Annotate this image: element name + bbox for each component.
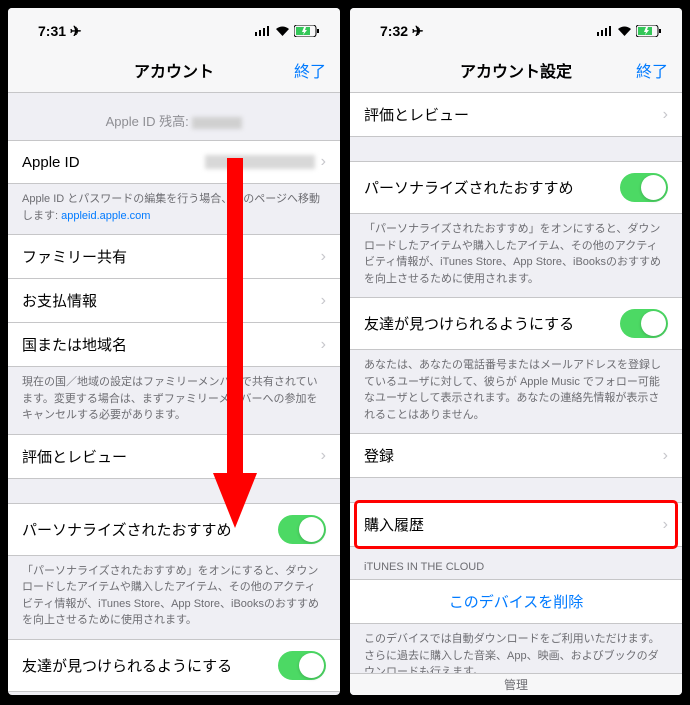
- findable-cell[interactable]: 友達が見つけられるようにする: [350, 297, 682, 350]
- personalize-label: パーソナライズされたおすすめ: [22, 519, 232, 540]
- wifi-icon: [275, 26, 290, 37]
- redacted-balance: [192, 117, 242, 129]
- status-icons: [597, 25, 662, 37]
- subscribe-label: 登録: [364, 445, 394, 466]
- status-bar: 7:32 ⁦✈︎⁩: [350, 8, 682, 48]
- personalize-footer: 「パーソナライズされたおすすめ」をオンにすると、ダウンロードしたアイテムや購入し…: [350, 214, 682, 297]
- personalize-cell[interactable]: パーソナライズされたおすすめ: [8, 503, 340, 556]
- chevron-icon: ›: [663, 447, 668, 465]
- chevron-icon: ›: [321, 336, 326, 354]
- apple-id-footer: Apple ID とパスワードの編集を行う場合、次のページへ移動します: app…: [8, 184, 340, 234]
- status-icons: [255, 25, 320, 37]
- chevron-icon: ›: [663, 516, 668, 534]
- done-button[interactable]: 終了: [636, 58, 668, 82]
- status-time: 7:32 ⁦✈︎⁩: [380, 23, 424, 40]
- content-scroll[interactable]: 評価とレビュー › パーソナライズされたおすすめ 「パーソナライズされたおすすめ…: [350, 93, 682, 695]
- payment-info-cell[interactable]: お支払情報 ›: [8, 279, 340, 323]
- manage-bar[interactable]: 管理: [350, 673, 682, 695]
- country-cell[interactable]: 国または地域名 ›: [8, 323, 340, 367]
- chevron-icon: ›: [321, 447, 326, 465]
- findable-toggle[interactable]: [278, 651, 326, 680]
- chevron-icon: ›: [663, 106, 668, 124]
- reviews-cell[interactable]: 評価とレビュー ›: [350, 93, 682, 137]
- chevron-icon: ›: [321, 248, 326, 266]
- done-button[interactable]: 終了: [294, 58, 326, 82]
- nav-title: アカウント設定: [350, 58, 682, 82]
- family-sharing-cell[interactable]: ファミリー共有 ›: [8, 234, 340, 279]
- cloud-header: iTUNES IN THE CLOUD: [350, 547, 682, 579]
- findable-label: 友達が見つけられるようにする: [364, 313, 574, 334]
- chevron-icon: ›: [321, 292, 326, 310]
- status-time: 7:31 ⁦✈︎⁩: [38, 23, 82, 40]
- battery-icon: [294, 25, 320, 37]
- signal-icon: [597, 26, 613, 36]
- phone-left: 7:31 ⁦✈︎⁩ アカウント 終了 Apple ID 残高: Apple ID…: [8, 8, 340, 695]
- nav-bar: アカウント設定 終了: [350, 48, 682, 93]
- apple-id-cell[interactable]: Apple ID ›: [8, 140, 340, 184]
- status-bar: 7:31 ⁦✈︎⁩: [8, 8, 340, 48]
- phone-right: 7:32 ⁦✈︎⁩ アカウント設定 終了 評価とレビュー › パーソナライズされ…: [350, 8, 682, 695]
- battery-icon: [636, 25, 662, 37]
- appleid-link[interactable]: appleid.apple.com: [61, 210, 150, 222]
- findable-footer: あなたは、あなたの電話番号またはメールアドレスを登録しているユーザに対して、彼ら…: [350, 350, 682, 433]
- personalize-footer: 「パーソナライズされたおすすめ」をオンにすると、ダウンロードしたアイテムや購入し…: [8, 556, 340, 639]
- reviews-label: 評価とレビュー: [22, 446, 127, 467]
- remove-device-button[interactable]: このデバイスを削除: [350, 579, 682, 624]
- reviews-label: 評価とレビュー: [364, 104, 469, 125]
- subscribe-cell[interactable]: 登録 ›: [350, 433, 682, 478]
- personalize-cell[interactable]: パーソナライズされたおすすめ: [350, 161, 682, 214]
- redacted-apple-id: [205, 155, 315, 169]
- findable-cell[interactable]: 友達が見つけられるようにする: [8, 639, 340, 692]
- country-footer: 現在の国／地域の設定はファミリーメンバーで共有されています。変更する場合は、まず…: [8, 367, 340, 434]
- purchase-history-label: 購入履歴: [364, 514, 424, 535]
- personalize-toggle[interactable]: [278, 515, 326, 544]
- signal-icon: [255, 26, 271, 36]
- purchase-history-cell[interactable]: 購入履歴 ›: [350, 502, 682, 547]
- personalize-toggle[interactable]: [620, 173, 668, 202]
- content-scroll[interactable]: Apple ID 残高: Apple ID › Apple ID とパスワードの…: [8, 93, 340, 695]
- family-label: ファミリー共有: [22, 246, 127, 267]
- personalize-label: パーソナライズされたおすすめ: [364, 177, 574, 198]
- wifi-icon: [617, 26, 632, 37]
- findable-footer: あなたは、あなたの電話番号またはメールアドレスを登録しているユーザに対して、彼ら…: [8, 692, 340, 696]
- reviews-cell[interactable]: 評価とレビュー ›: [8, 434, 340, 479]
- country-label: 国または地域名: [22, 334, 127, 355]
- balance-row: Apple ID 残高:: [8, 93, 340, 140]
- nav-bar: アカウント 終了: [8, 48, 340, 93]
- chevron-icon: ›: [321, 153, 326, 171]
- findable-toggle[interactable]: [620, 309, 668, 338]
- payment-label: お支払情報: [22, 290, 97, 311]
- apple-id-label: Apple ID: [22, 154, 80, 171]
- nav-title: アカウント: [8, 58, 340, 82]
- findable-label: 友達が見つけられるようにする: [22, 655, 232, 676]
